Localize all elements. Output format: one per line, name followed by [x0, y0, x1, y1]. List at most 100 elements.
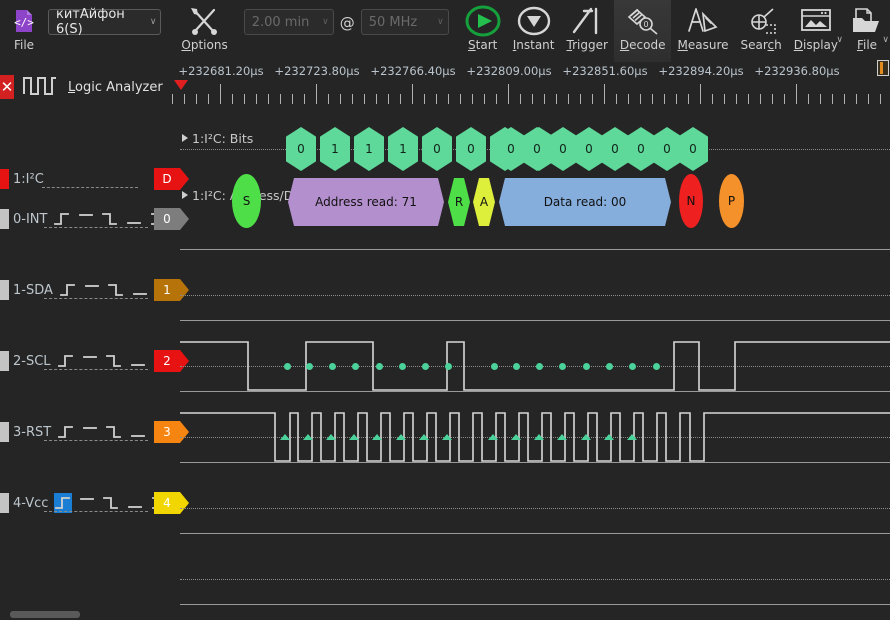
- channel-color-chip: [0, 351, 9, 371]
- falling-edge-icon[interactable]: [107, 280, 125, 300]
- decoded-packet[interactable]: N: [679, 174, 703, 228]
- decoded-packet[interactable]: S: [232, 174, 261, 228]
- start-button[interactable]: Start: [459, 0, 507, 62]
- low-level-icon[interactable]: [129, 422, 147, 442]
- channel-row-0-int[interactable]: 0-INT: [0, 207, 180, 231]
- decoded-bit[interactable]: 0: [422, 127, 452, 171]
- decoded-bit[interactable]: 0: [652, 127, 682, 171]
- decoded-packet[interactable]: P: [719, 174, 744, 228]
- decoded-bit[interactable]: 0: [626, 127, 656, 171]
- rising-edge-icon[interactable]: [53, 209, 71, 229]
- falling-edge-icon[interactable]: [105, 351, 123, 371]
- expand-arrow-icon[interactable]: [182, 134, 188, 142]
- timeline-major-tick: [220, 84, 221, 104]
- device-select-value: китАйфон 6(S): [56, 7, 144, 37]
- decoded-bit[interactable]: 0: [678, 127, 708, 171]
- timeline-minor-tick: [628, 94, 629, 104]
- timeline-label: +232766.40µs: [370, 64, 455, 78]
- timeline-minor-tick: [844, 94, 845, 104]
- decoded-bit[interactable]: 0: [574, 127, 604, 171]
- channel-color-chip: [0, 280, 9, 300]
- trigger-button[interactable]: Trigger: [561, 0, 614, 62]
- at-separator: @: [340, 0, 355, 32]
- expand-arrow-icon-2[interactable]: [182, 191, 188, 199]
- channel-row-2-scl[interactable]: 2-SCL: [0, 349, 180, 373]
- high-level-icon[interactable]: [83, 280, 101, 300]
- horizontal-scrollbar[interactable]: [10, 611, 80, 618]
- close-icon[interactable]: ✕: [0, 75, 14, 99]
- rising-edge-icon[interactable]: [59, 280, 77, 300]
- rising-edge-icon[interactable]: [57, 422, 75, 442]
- low-level-icon[interactable]: [129, 351, 147, 371]
- waveform-area[interactable]: 1:I²C: Bits 1:I²C: Address/Data 01110001…: [180, 112, 890, 620]
- high-level-icon[interactable]: [77, 209, 95, 229]
- sample-marker-triangle: [303, 434, 313, 440]
- timeline-major-tick: [700, 84, 701, 104]
- falling-edge-icon[interactable]: [102, 493, 120, 513]
- low-level-icon[interactable]: [131, 280, 149, 300]
- channel-row-4-vcc[interactable]: 4-Vcc: [0, 491, 180, 515]
- timeline-minor-tick: [832, 94, 833, 104]
- measure-button[interactable]: Measure: [671, 0, 734, 62]
- channel-row-1-sda[interactable]: 1-SDA: [0, 278, 180, 302]
- duration-select[interactable]: 2.00 min ∨: [244, 9, 334, 35]
- trigger-button-label: Trigger: [567, 39, 608, 52]
- device-select[interactable]: китАйфон 6(S) ∨: [48, 9, 161, 35]
- rising-edge-icon[interactable]: [57, 351, 75, 371]
- sample-marker-triangle: [511, 434, 521, 440]
- timeline-minor-tick: [448, 94, 449, 104]
- decoded-bit[interactable]: 1: [354, 127, 384, 171]
- sample-marker-dot: [583, 363, 590, 370]
- samplerate-select[interactable]: 50 MHz ∨: [361, 9, 449, 35]
- display-button[interactable]: Display ∨: [788, 0, 844, 62]
- decoded-packet[interactable]: Address read: 71: [288, 178, 444, 226]
- decoded-bit[interactable]: 0: [600, 127, 630, 171]
- timeline-minor-tick: [208, 94, 209, 104]
- decoder-badge[interactable]: D: [154, 168, 180, 190]
- divider: [44, 298, 148, 299]
- low-level-icon[interactable]: [125, 209, 143, 229]
- file-menu-button[interactable]: File ∨: [844, 0, 890, 62]
- decoded-bit[interactable]: 1: [320, 127, 350, 171]
- high-level-icon[interactable]: [81, 422, 99, 442]
- timeline-label: +232851.60µs: [562, 64, 647, 78]
- file-button[interactable]: </> File: [0, 0, 44, 62]
- channel-badge-2[interactable]: 2: [154, 350, 180, 372]
- trigger-cursor-icon[interactable]: [174, 80, 188, 90]
- search-button[interactable]: Search: [735, 0, 788, 62]
- low-level-icon[interactable]: [126, 493, 144, 513]
- decode-button[interactable]: 0 Decode: [614, 0, 672, 62]
- decoded-bit[interactable]: 0: [286, 127, 316, 171]
- timeline-minor-tick: [436, 94, 437, 104]
- chevron-down-icon[interactable]: ∨: [882, 35, 889, 45]
- decoded-bit[interactable]: 1: [388, 127, 418, 171]
- decoded-packet[interactable]: Data read: 00: [499, 178, 671, 226]
- sample-marker-dot: [306, 363, 313, 370]
- sample-marker-dot: [629, 363, 636, 370]
- timeline-minor-tick: [640, 94, 641, 104]
- rising-edge-icon[interactable]: [54, 493, 72, 513]
- decoded-packet[interactable]: R: [448, 178, 470, 226]
- decoded-bit[interactable]: 0: [456, 127, 486, 171]
- sample-marker-triangle: [488, 434, 498, 440]
- high-level-icon[interactable]: [81, 351, 99, 371]
- timeline-ruler[interactable]: +232681.20µs+232723.80µs+232766.40µs+232…: [180, 62, 890, 112]
- timeline-minor-tick: [664, 94, 665, 104]
- samplerate-select-value: 50 MHz: [369, 15, 418, 30]
- channel-badge-0[interactable]: 0: [154, 208, 180, 230]
- decoded-bit[interactable]: 0: [548, 127, 578, 171]
- left-panel: ✕ Logic Analyzer 1:I²C 1,2 D 0-INT01-SDA…: [0, 62, 180, 620]
- pulse-wave-icon: [22, 72, 58, 102]
- decoder-row-label[interactable]: 1:I²C 1,2: [0, 167, 180, 191]
- instant-button[interactable]: Instant: [507, 0, 561, 62]
- channel-badge-3[interactable]: 3: [154, 421, 180, 443]
- channel-badge-1[interactable]: 1: [154, 279, 180, 301]
- channel-row-3-rst[interactable]: 3-RST: [0, 420, 180, 444]
- falling-edge-icon[interactable]: [101, 209, 119, 229]
- channel-badge-4[interactable]: 4: [154, 492, 180, 514]
- options-button[interactable]: Options: [175, 0, 233, 62]
- high-level-icon[interactable]: [78, 493, 96, 513]
- falling-edge-icon[interactable]: [105, 422, 123, 442]
- chevron-down-icon[interactable]: ∨: [836, 35, 843, 45]
- decoded-packet[interactable]: A: [473, 178, 495, 226]
